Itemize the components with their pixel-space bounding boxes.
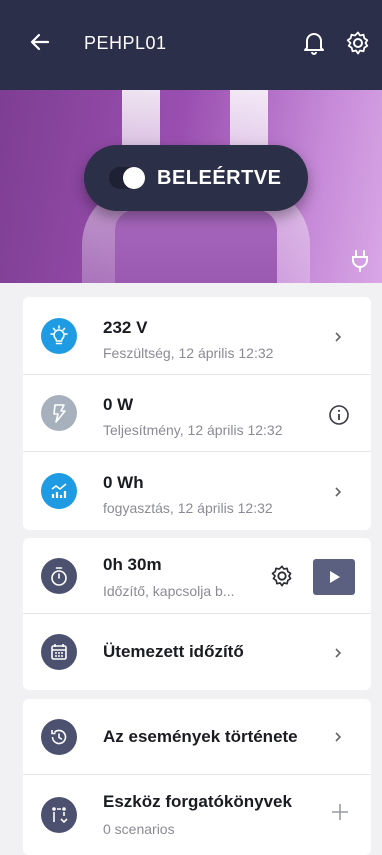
- event-history-row[interactable]: Az események története: [23, 699, 371, 775]
- chevron-right-icon[interactable]: [333, 330, 343, 344]
- add-scenario-plus-icon[interactable]: [328, 800, 352, 824]
- scenarios-title: Eszköz forgatókönyvek: [103, 792, 292, 811]
- scenarios-row[interactable]: Eszköz forgatókönyvek 0 scenarios: [23, 775, 371, 855]
- energy-subtitle: fogyasztás, 12 április 12:32: [103, 500, 273, 516]
- countdown-timer-row[interactable]: 0h 30m Időzítő, kapcsolja b...: [23, 538, 371, 614]
- bell-icon[interactable]: [302, 30, 326, 56]
- calendar-icon: [41, 634, 77, 670]
- scheduled-timer-row[interactable]: Ütemezett időzítő: [23, 614, 371, 690]
- energy-chart-icon: [41, 473, 77, 509]
- voltage-subtitle: Feszültség, 12 április 12:32: [103, 345, 274, 361]
- events-card: Az események története Eszköz forgatókön…: [23, 699, 371, 855]
- power-toggle-label: BELEÉRTVE: [157, 167, 282, 189]
- power-toggle-pill[interactable]: BELEÉRTVE: [84, 145, 308, 211]
- play-button[interactable]: [313, 559, 355, 595]
- device-hero-banner: BELEÉRTVE: [0, 90, 382, 283]
- measurements-card: 232 V Feszültség, 12 április 12:32 0 W T…: [23, 297, 371, 530]
- info-icon[interactable]: [328, 404, 350, 426]
- energy-row[interactable]: 0 Wh fogyasztás, 12 április 12:32: [23, 452, 371, 530]
- energy-value: 0 Wh: [103, 473, 144, 492]
- scenarios-count: 0 scenarios: [103, 821, 175, 837]
- power-toggle-switch[interactable]: [109, 167, 145, 189]
- chevron-right-icon[interactable]: [333, 730, 343, 744]
- stopwatch-icon: [41, 558, 77, 594]
- lightning-icon: [41, 395, 77, 431]
- settings-gear-icon[interactable]: [345, 30, 371, 56]
- event-history-label: Az események története: [103, 727, 298, 746]
- history-icon: [41, 719, 77, 755]
- scheduled-timer-label: Ütemezett időzítő: [103, 642, 244, 661]
- toggle-knob: [123, 167, 145, 189]
- power-value: 0 W: [103, 395, 134, 414]
- top-app-bar: PEHPL01: [0, 0, 382, 90]
- device-title: PEHPL01: [84, 33, 167, 53]
- voltage-value: 232 V: [103, 318, 148, 337]
- back-arrow-icon[interactable]: [28, 30, 52, 54]
- timer-card: 0h 30m Időzítő, kapcsolja b... Ütemezett…: [23, 538, 371, 690]
- chevron-right-icon[interactable]: [333, 646, 343, 660]
- chevron-right-icon[interactable]: [333, 485, 343, 499]
- voltage-row[interactable]: 232 V Feszültség, 12 április 12:32: [23, 297, 371, 375]
- plug-icon: [350, 250, 370, 272]
- power-subtitle: Teljesítmény, 12 április 12:32: [103, 422, 283, 438]
- timer-settings-gear-icon[interactable]: [270, 564, 294, 588]
- bulb-icon: [41, 318, 77, 354]
- plug-body-inner: [115, 210, 277, 283]
- timer-subtitle: Időzítő, kapcsolja b...: [103, 583, 235, 599]
- scenario-flow-icon: [41, 797, 77, 833]
- timer-value: 0h 30m: [103, 555, 162, 574]
- power-row[interactable]: 0 W Teljesítmény, 12 április 12:32: [23, 375, 371, 452]
